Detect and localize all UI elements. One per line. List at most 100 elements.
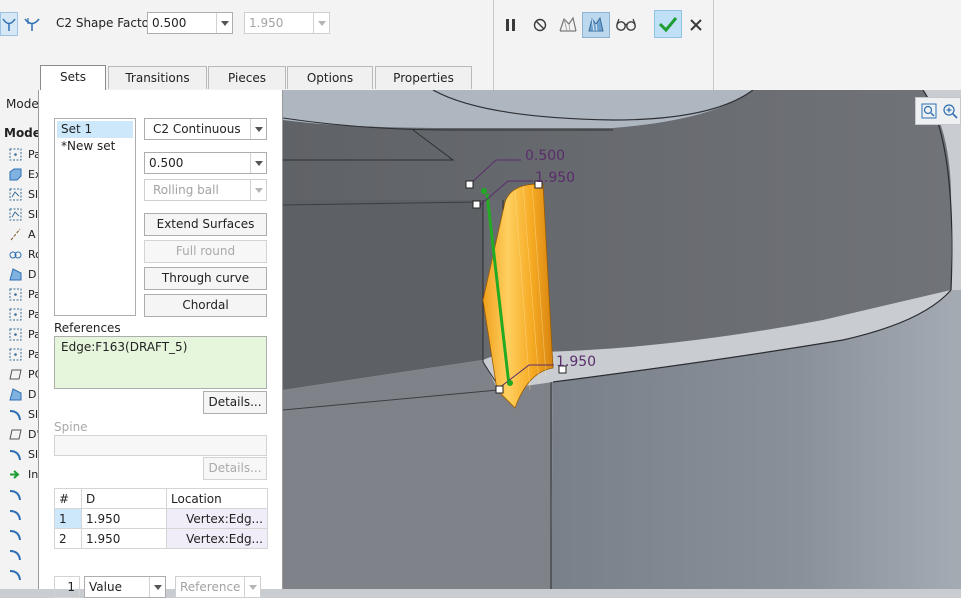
chevron-down-icon (244, 577, 260, 597)
shape-factor-combo[interactable]: 0.500 (147, 12, 233, 34)
sketch-icon (9, 188, 22, 201)
dimension-bottom-label[interactable]: 1.950 (556, 354, 596, 370)
tree-item[interactable] (0, 545, 40, 565)
chevron-down-icon (313, 13, 329, 33)
table-row[interactable]: 2 1.950 Vertex:Edg... (54, 528, 268, 549)
tree-item[interactable]: Ex (0, 165, 41, 185)
tree-item[interactable] (0, 525, 40, 545)
zoom-fit-icon[interactable] (920, 102, 938, 120)
set-list[interactable]: Set 1 *New set (54, 118, 136, 316)
toolbar-divider (493, 0, 494, 90)
references-label: References (54, 321, 121, 335)
tab-pieces[interactable]: Pieces (208, 66, 286, 89)
tree-item[interactable]: D (0, 385, 40, 405)
tree-item[interactable] (0, 485, 40, 505)
tree-item[interactable]: Pa (0, 285, 41, 305)
table-header: # (54, 488, 82, 509)
tree-item[interactable]: Sl (0, 445, 40, 465)
tree-item-label: A (28, 228, 36, 241)
continuity-combo[interactable]: C2 Continuous (144, 118, 267, 140)
tab-transitions[interactable]: Transitions (108, 66, 207, 89)
tree-item[interactable]: Pa (0, 325, 41, 345)
tree-item[interactable]: PC (0, 365, 42, 385)
draft-icon (9, 268, 22, 281)
tree-item[interactable]: Sl (0, 405, 40, 425)
shape-value-combo[interactable]: 0.500 (144, 152, 267, 174)
geometry-preview-icon[interactable] (555, 12, 581, 38)
datum-plane-icon (9, 288, 22, 301)
tree-item-label: Sl (28, 408, 39, 421)
details-button[interactable]: Details... (203, 391, 267, 414)
tree-item[interactable]: Ro (0, 245, 42, 265)
round-set-mode-icon[interactable] (0, 12, 18, 36)
tree-item[interactable] (0, 565, 40, 585)
transition-mode-icon[interactable] (20, 12, 44, 36)
sets-panel: Set 1 *New set C2 Continuous 0.500 Rolli… (38, 90, 283, 598)
graphics-viewport[interactable]: 0.500 1.950 1.950 (283, 90, 961, 589)
radius-value: 1.950 (249, 16, 284, 30)
model-geometry[interactable] (283, 90, 961, 589)
extend-surfaces-button[interactable]: Extend Surfaces (144, 213, 267, 236)
sketch-icon (9, 208, 22, 221)
pause-icon[interactable] (500, 12, 522, 38)
tree-item[interactable] (0, 505, 40, 525)
references-collector[interactable]: Edge:F163(DRAFT_5) (54, 336, 267, 389)
table-row[interactable]: 1 1.950 Vertex:Edg... (54, 508, 268, 529)
set-list-item[interactable]: *New set (57, 138, 133, 155)
chevron-down-icon (250, 180, 266, 200)
model-tree: Mode Model Pa Ex Sl Sl A Ro D Pa Pa Pa Pa PC D Sl D' Sl… (0, 90, 45, 589)
round-icon (9, 508, 22, 521)
tree-item[interactable]: D' (0, 425, 40, 445)
round-icon (9, 488, 22, 501)
tab-sets[interactable]: Sets (40, 65, 106, 90)
chevron-down-icon[interactable] (250, 153, 266, 173)
dimension-mid-label[interactable]: 1.950 (535, 170, 575, 186)
radius-table: # D Location 1 1.950 Vertex:Edg... 2 1.9… (54, 488, 268, 549)
tree-item[interactable]: Sl (0, 185, 40, 205)
glasses-icon[interactable] (613, 12, 639, 38)
row-location[interactable]: Vertex:Edg... (166, 508, 268, 529)
dashboard: C2 Shape Factor 0.500 1.950 Sets Transiti… (0, 0, 961, 90)
cancel-x-icon[interactable] (685, 12, 707, 38)
row-radius[interactable]: 1.950 (81, 528, 167, 549)
reference-combo-label: Reference (180, 580, 241, 594)
plane-icon (9, 368, 22, 381)
chevron-down-icon[interactable] (250, 119, 266, 139)
tree-item[interactable]: Pa (0, 145, 41, 165)
zoom-in-icon[interactable] (941, 102, 959, 120)
model-tree-header[interactable]: Mode (6, 97, 39, 111)
tree-item[interactable]: Pa (0, 345, 41, 365)
ok-check-icon[interactable] (654, 10, 682, 38)
tab-options[interactable]: Options (287, 66, 373, 89)
tree-item[interactable]: Pa (0, 305, 41, 325)
tree-item-label: D (28, 268, 37, 281)
chevron-down-icon[interactable] (216, 13, 232, 33)
value-combo[interactable]: Value (84, 576, 166, 598)
tree-item[interactable]: In (0, 465, 40, 485)
through-curve-button[interactable]: Through curve (144, 267, 267, 290)
tree-item[interactable]: D (0, 265, 40, 285)
row-radius[interactable]: 1.950 (81, 508, 167, 529)
set-list-item[interactable]: Set 1 (57, 121, 133, 138)
bottom-num: 1 (67, 580, 75, 594)
axis-icon (9, 228, 22, 241)
datum-plane-icon (9, 328, 22, 341)
dimension-top-label[interactable]: 0.500 (525, 148, 565, 164)
verify-mode-icon[interactable] (582, 12, 610, 38)
tree-item[interactable]: A (0, 225, 40, 245)
chevron-down-icon[interactable] (149, 577, 165, 597)
reference-combo: Reference (175, 576, 261, 598)
tab-properties[interactable]: Properties (375, 66, 472, 89)
round-icon (9, 548, 22, 561)
datum-plane-icon (9, 348, 22, 361)
extrude-icon (9, 168, 22, 181)
no-preview-icon[interactable] (529, 12, 551, 38)
tree-item-label: D (28, 388, 37, 401)
row-location[interactable]: Vertex:Edg... (166, 528, 268, 549)
datum-plane-icon (9, 308, 22, 321)
round-icon (9, 528, 22, 541)
bottom-num-cell: 1 (54, 576, 80, 598)
tree-item[interactable]: Sl (0, 205, 40, 225)
tree-item-label: In (28, 468, 39, 481)
chordal-button[interactable]: Chordal (144, 294, 267, 317)
